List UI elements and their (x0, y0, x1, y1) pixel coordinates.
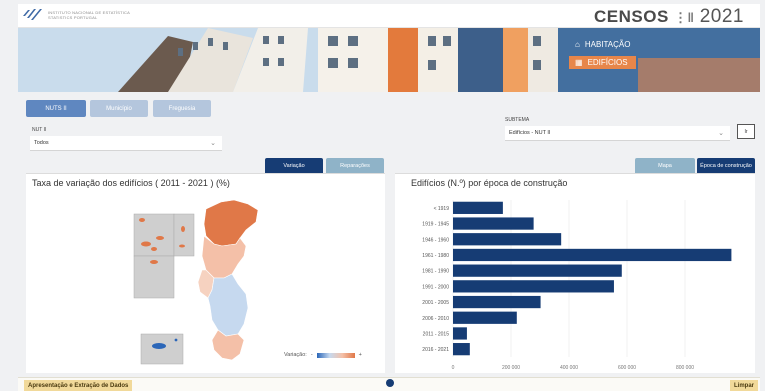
bar (453, 217, 534, 230)
tab-reparacoes-label: Reparações (340, 162, 370, 169)
bar (453, 233, 562, 246)
tab-municipio[interactable]: Município (90, 100, 148, 117)
map-panel: Taxa de variação dos edifícios ( 2011 - … (26, 173, 385, 373)
tab-freguesia[interactable]: Freguesia (153, 100, 211, 117)
legend-label: Variação: (284, 352, 307, 358)
y-tick-label: 1919 - 1945 (422, 222, 449, 228)
tab-variacao[interactable]: Variação (265, 158, 323, 173)
clear-label: Limpar (733, 383, 754, 389)
chevron-down-icon: ⌄ (718, 130, 724, 137)
chevron-down-icon: ⌄ (210, 140, 216, 147)
info-icon[interactable] (386, 379, 394, 387)
building-icon: ▦ (575, 58, 583, 67)
legend-gradient (316, 352, 355, 358)
y-tick-label: 1961 - 1980 (422, 253, 449, 259)
nav-edificios-label: EDIFÍCIOS (587, 58, 628, 67)
hero-banner: ⌂ HABITAÇÃO ▦ EDIFÍCIOS (18, 28, 760, 92)
buildings-illustration (18, 28, 760, 92)
subtema-select[interactable]: Edifícios - NUT II ⌄ (505, 126, 730, 141)
x-tick-label: 0 (452, 365, 455, 371)
extract-data-button[interactable]: Apresentação e Extração de Dados (24, 380, 133, 391)
y-tick-label: 2016 - 2021 (422, 347, 449, 353)
y-tick-label: 2006 - 2010 (422, 316, 449, 322)
bar (453, 327, 467, 340)
y-tick-label: 2001 - 2005 (422, 300, 449, 306)
map-legend: Variação: - + (284, 352, 362, 358)
tab-nuts-ii[interactable]: NUTS II (26, 100, 86, 117)
banner-nav: ⌂ HABITAÇÃO ▦ EDIFÍCIOS (569, 38, 637, 74)
x-tick-label: 800 000 (676, 365, 694, 371)
tab-freguesia-label: Freguesia (168, 105, 196, 112)
house-icon: ⌂ (575, 40, 580, 49)
y-tick-label: 1981 - 1990 (422, 269, 449, 275)
chart-panel: Edifícios (N.º) por época de construção … (395, 173, 755, 373)
x-tick-label: 400 000 (560, 365, 578, 371)
y-tick-label: 1991 - 2000 (422, 284, 449, 290)
tab-mapa[interactable]: Mapa (635, 158, 695, 173)
extract-data-label: Apresentação e Extração de Dados (28, 383, 129, 389)
bar-chart: 0 200 000 400 000 600 000 800 000 < 1919 1919 … (422, 200, 732, 371)
footer-bar: Apresentação e Extração de Dados Limpar (18, 377, 760, 391)
bar (453, 295, 541, 309)
y-tick-label: 2011 - 2015 (423, 331, 450, 337)
bar (453, 343, 470, 356)
bar (453, 311, 517, 324)
bar (453, 248, 732, 262)
tab-mapa-label: Mapa (658, 162, 672, 169)
portugal-map (133, 199, 259, 365)
legend-max: + (358, 352, 362, 358)
subtema-label: SUBTEMA (505, 117, 530, 123)
side-button[interactable]: Ir (737, 124, 755, 139)
tab-municipio-label: Município (106, 105, 132, 112)
legend-min: - (310, 352, 313, 358)
ine-logo-icon (23, 9, 42, 20)
tab-nuts-ii-label: NUTS II (45, 105, 67, 112)
bar (453, 201, 503, 214)
x-tick-label: 200 000 (502, 365, 520, 371)
top-bar: Instituto Nacional de Estatística Statis… (18, 4, 760, 28)
institute-line-2: Statistics Portugal (48, 15, 98, 20)
tab-epoca-label: Época de construção (700, 162, 752, 169)
nav-habitacao-label: HABITAÇÃO (584, 40, 631, 49)
tab-variacao-label: Variação (283, 162, 305, 169)
nav-edificios[interactable]: ▦ EDIFÍCIOS (569, 56, 637, 69)
bar (453, 264, 622, 277)
institute-name: Instituto Nacional de Estatística Statis… (48, 10, 158, 20)
bar (453, 280, 614, 293)
censos-year: 2021 (699, 6, 744, 27)
censos-word: CENSOS (593, 7, 669, 26)
dashboard: Instituto Nacional de Estatística Statis… (0, 0, 765, 391)
censos-glyph-icon: ⋮ǁ (674, 10, 695, 25)
tab-reparacoes[interactable]: Reparações (326, 158, 384, 173)
nut-select-value: Todos (34, 140, 49, 146)
nut-label: NUT II (32, 127, 47, 133)
clear-button[interactable]: Limpar (729, 380, 758, 391)
subtema-select-value: Edifícios - NUT II (509, 130, 551, 136)
y-tick-label: < 1919 (434, 206, 450, 212)
nut-select[interactable]: Todos ⌄ (30, 136, 222, 151)
censos-logo: CENSOS ⋮ǁ 2021 (594, 6, 744, 28)
nav-habitacao[interactable]: ⌂ HABITAÇÃO (569, 38, 636, 51)
x-tick-label: 600 000 (618, 365, 636, 371)
side-button-label: Ir (744, 128, 748, 135)
y-tick-label: 1946 - 1960 (422, 237, 449, 243)
tab-epoca-construcao[interactable]: Época de construção (697, 158, 755, 173)
